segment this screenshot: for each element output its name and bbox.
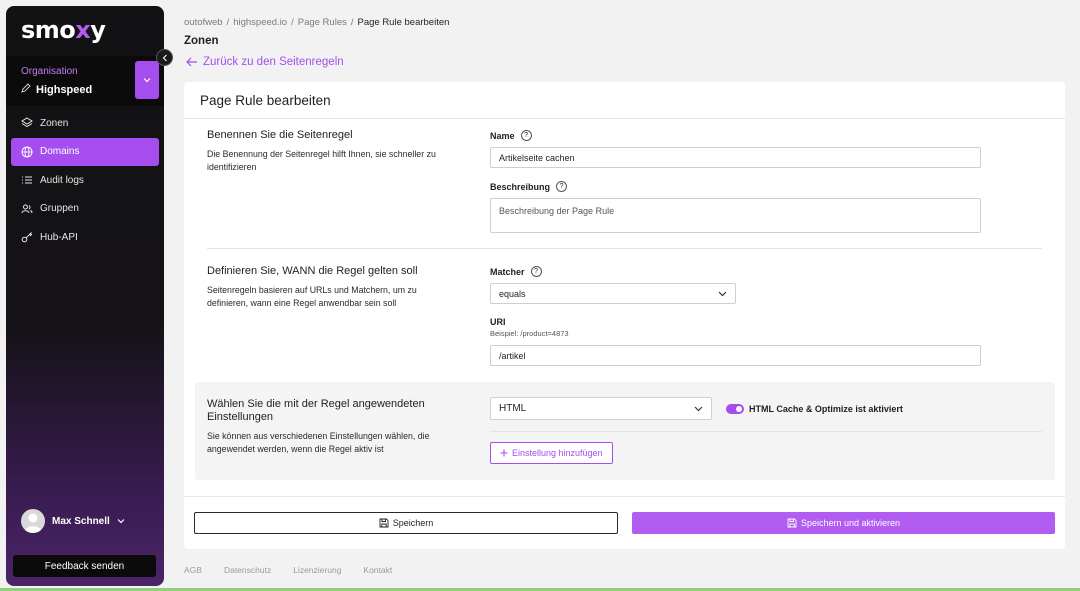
footer-links: AGB Datenschutz Lizenzierung Kontakt bbox=[184, 565, 392, 575]
section-when-title: Definieren Sie, WANN die Regel gelten so… bbox=[207, 265, 418, 277]
footer-link-kontakt[interactable]: Kontakt bbox=[363, 565, 392, 575]
sidebar-nav: Zonen Domains Audit logs Gruppen Hub-API bbox=[11, 109, 159, 252]
footer-link-datenschutz[interactable]: Datenschutz bbox=[224, 565, 271, 575]
uri-input[interactable]: /artikel bbox=[490, 345, 981, 366]
sidebar-item-zonen[interactable]: Zonen bbox=[11, 109, 159, 137]
feedback-button[interactable]: Feedback senden bbox=[13, 555, 156, 577]
divider bbox=[184, 118, 1065, 119]
section-settings-title: Wählen Sie die mit der Regel angewendete… bbox=[207, 398, 425, 423]
sidebar-item-gruppen[interactable]: Gruppen bbox=[11, 195, 159, 223]
collapse-sidebar-button[interactable] bbox=[156, 49, 173, 66]
organisation-name: Highspeed bbox=[21, 83, 92, 96]
plus-icon bbox=[500, 449, 508, 457]
footer-link-agb[interactable]: AGB bbox=[184, 565, 202, 575]
organisation-dropdown-button[interactable] bbox=[135, 61, 159, 99]
organisation-selector[interactable]: Organisation Highspeed bbox=[6, 56, 164, 106]
sidebar-item-domains[interactable]: Domains bbox=[11, 137, 159, 166]
breadcrumb-item[interactable]: outofweb bbox=[184, 17, 223, 28]
sidebar-item-hub-api[interactable]: Hub-API bbox=[11, 223, 159, 251]
section-when-desc: Seitenregeln basieren auf URLs und Match… bbox=[207, 285, 417, 308]
avatar bbox=[21, 509, 45, 533]
save-icon bbox=[787, 518, 797, 528]
chevron-left-icon bbox=[162, 54, 167, 61]
matcher-label: Matcher ? bbox=[490, 266, 542, 277]
description-label: Beschreibung ? bbox=[490, 181, 568, 192]
layers-icon bbox=[21, 117, 33, 129]
section-name-desc: Die Benennung der Seitenregel hilft Ihne… bbox=[207, 149, 436, 172]
help-icon[interactable]: ? bbox=[530, 266, 542, 277]
breadcrumb-current: Page Rule bearbeiten bbox=[357, 17, 450, 28]
uri-label: URI bbox=[490, 317, 506, 327]
globe-icon bbox=[21, 146, 33, 158]
description-textarea[interactable]: Beschreibung der Page Rule bbox=[490, 198, 981, 233]
help-icon[interactable]: ? bbox=[556, 181, 568, 192]
divider bbox=[490, 431, 1042, 432]
breadcrumb-item[interactable]: Page Rules bbox=[298, 17, 347, 28]
save-button[interactable]: Speichern bbox=[194, 512, 618, 534]
setting-select[interactable]: HTML bbox=[490, 397, 712, 420]
list-icon bbox=[21, 174, 33, 186]
save-and-activate-button[interactable]: Speichern und aktivieren bbox=[632, 512, 1055, 534]
chevron-down-icon bbox=[117, 519, 125, 524]
key-icon bbox=[21, 231, 33, 243]
sidebar: smoxy Organisation Highspeed Zonen Domai… bbox=[6, 6, 164, 586]
page-rule-card: Page Rule bearbeiten Benennen Sie die Se… bbox=[184, 82, 1065, 549]
sidebar-item-audit-logs[interactable]: Audit logs bbox=[11, 166, 159, 194]
chevron-down-icon bbox=[143, 78, 151, 83]
footer-link-lizenzierung[interactable]: Lizenzierung bbox=[293, 565, 341, 575]
name-input[interactable]: Artikelseite cachen bbox=[490, 147, 981, 168]
divider bbox=[184, 496, 1065, 497]
logo[interactable]: smoxy bbox=[21, 16, 106, 44]
card-title: Page Rule bearbeiten bbox=[200, 93, 331, 108]
divider bbox=[207, 248, 1042, 249]
organisation-label: Organisation bbox=[21, 66, 78, 77]
section-name-title: Benennen Sie die Seitenregel bbox=[207, 129, 353, 141]
html-cache-toggle-label: HTML Cache & Optimize ist aktiviert bbox=[749, 404, 903, 414]
html-cache-toggle[interactable] bbox=[726, 404, 744, 414]
uri-hint: Beispiel: /product=4873 bbox=[490, 329, 569, 338]
arrow-left-icon bbox=[186, 57, 197, 67]
matcher-select[interactable]: equals bbox=[490, 283, 736, 304]
add-setting-button[interactable]: Einstellung hinzufügen bbox=[490, 442, 613, 464]
user-menu[interactable]: Max Schnell bbox=[21, 509, 125, 533]
section-settings-desc: Sie können aus verschiedenen Einstellung… bbox=[207, 431, 430, 454]
save-icon bbox=[379, 518, 389, 528]
chevron-down-icon bbox=[718, 291, 727, 296]
user-name: Max Schnell bbox=[52, 515, 110, 527]
pencil-icon bbox=[21, 83, 31, 96]
chevron-down-icon bbox=[694, 406, 703, 411]
name-label: Name ? bbox=[490, 130, 532, 141]
back-link[interactable]: Zurück zu den Seitenregeln bbox=[186, 56, 344, 68]
page-title: Zonen bbox=[184, 35, 219, 47]
breadcrumb-item[interactable]: highspeed.io bbox=[233, 17, 287, 28]
users-icon bbox=[21, 203, 33, 215]
breadcrumb: outofweb / highspeed.io / Page Rules / Page Ru… bbox=[184, 17, 450, 28]
help-icon[interactable]: ? bbox=[520, 130, 532, 141]
